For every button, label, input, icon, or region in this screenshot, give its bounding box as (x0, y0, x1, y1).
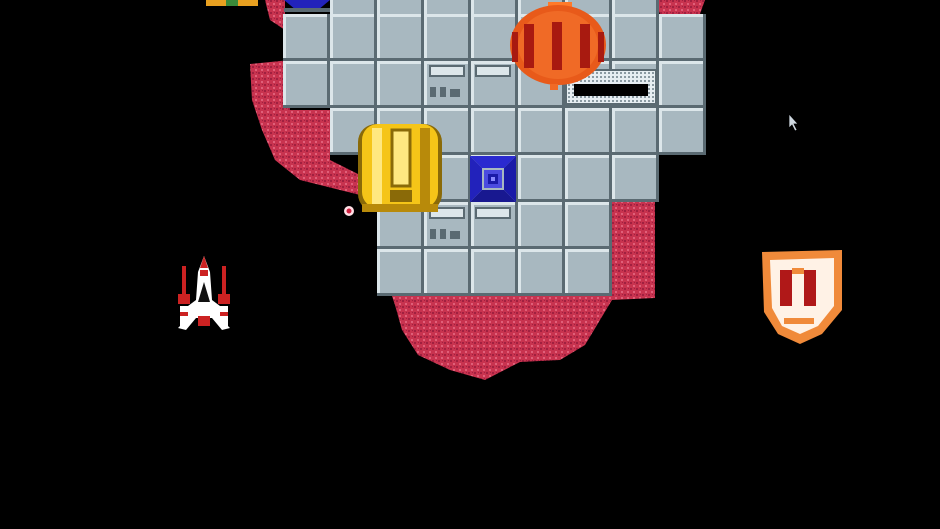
blue-vent-hatch-partial (284, 0, 330, 12)
metal-tile (471, 108, 518, 155)
mouse-cursor (788, 113, 799, 132)
shield-powerup (762, 250, 842, 344)
metal-tile (377, 249, 424, 296)
enemy-bullet (344, 206, 354, 216)
metal-tile (283, 61, 330, 108)
metal-tile (330, 14, 377, 61)
metal-tile (330, 61, 377, 108)
metal-tile (283, 14, 330, 61)
metal-tile (612, 14, 659, 61)
metal-tile (565, 202, 612, 249)
metal-tile (424, 249, 471, 296)
metal-tile (659, 108, 706, 155)
metal-tile (565, 249, 612, 296)
metal-tile (565, 108, 612, 155)
metal-tile (471, 249, 518, 296)
blue-vent-hatch (470, 156, 516, 202)
metal-tile (612, 108, 659, 155)
metal-tile (518, 202, 565, 249)
metal-tile (612, 155, 659, 202)
metal-tile (565, 155, 612, 202)
enemy-partial-top (206, 0, 258, 6)
gold-capsule-enemy (358, 124, 442, 212)
metal-tile (518, 155, 565, 202)
metal-tile (518, 108, 565, 155)
game-screen[interactable] (0, 0, 940, 529)
metal-tile (377, 14, 424, 61)
player-ship (178, 256, 230, 330)
metal-tile (659, 61, 706, 108)
metal-tile (659, 14, 706, 61)
metal-tile (518, 249, 565, 296)
metal-tile (424, 14, 471, 61)
metal-tile (377, 61, 424, 108)
